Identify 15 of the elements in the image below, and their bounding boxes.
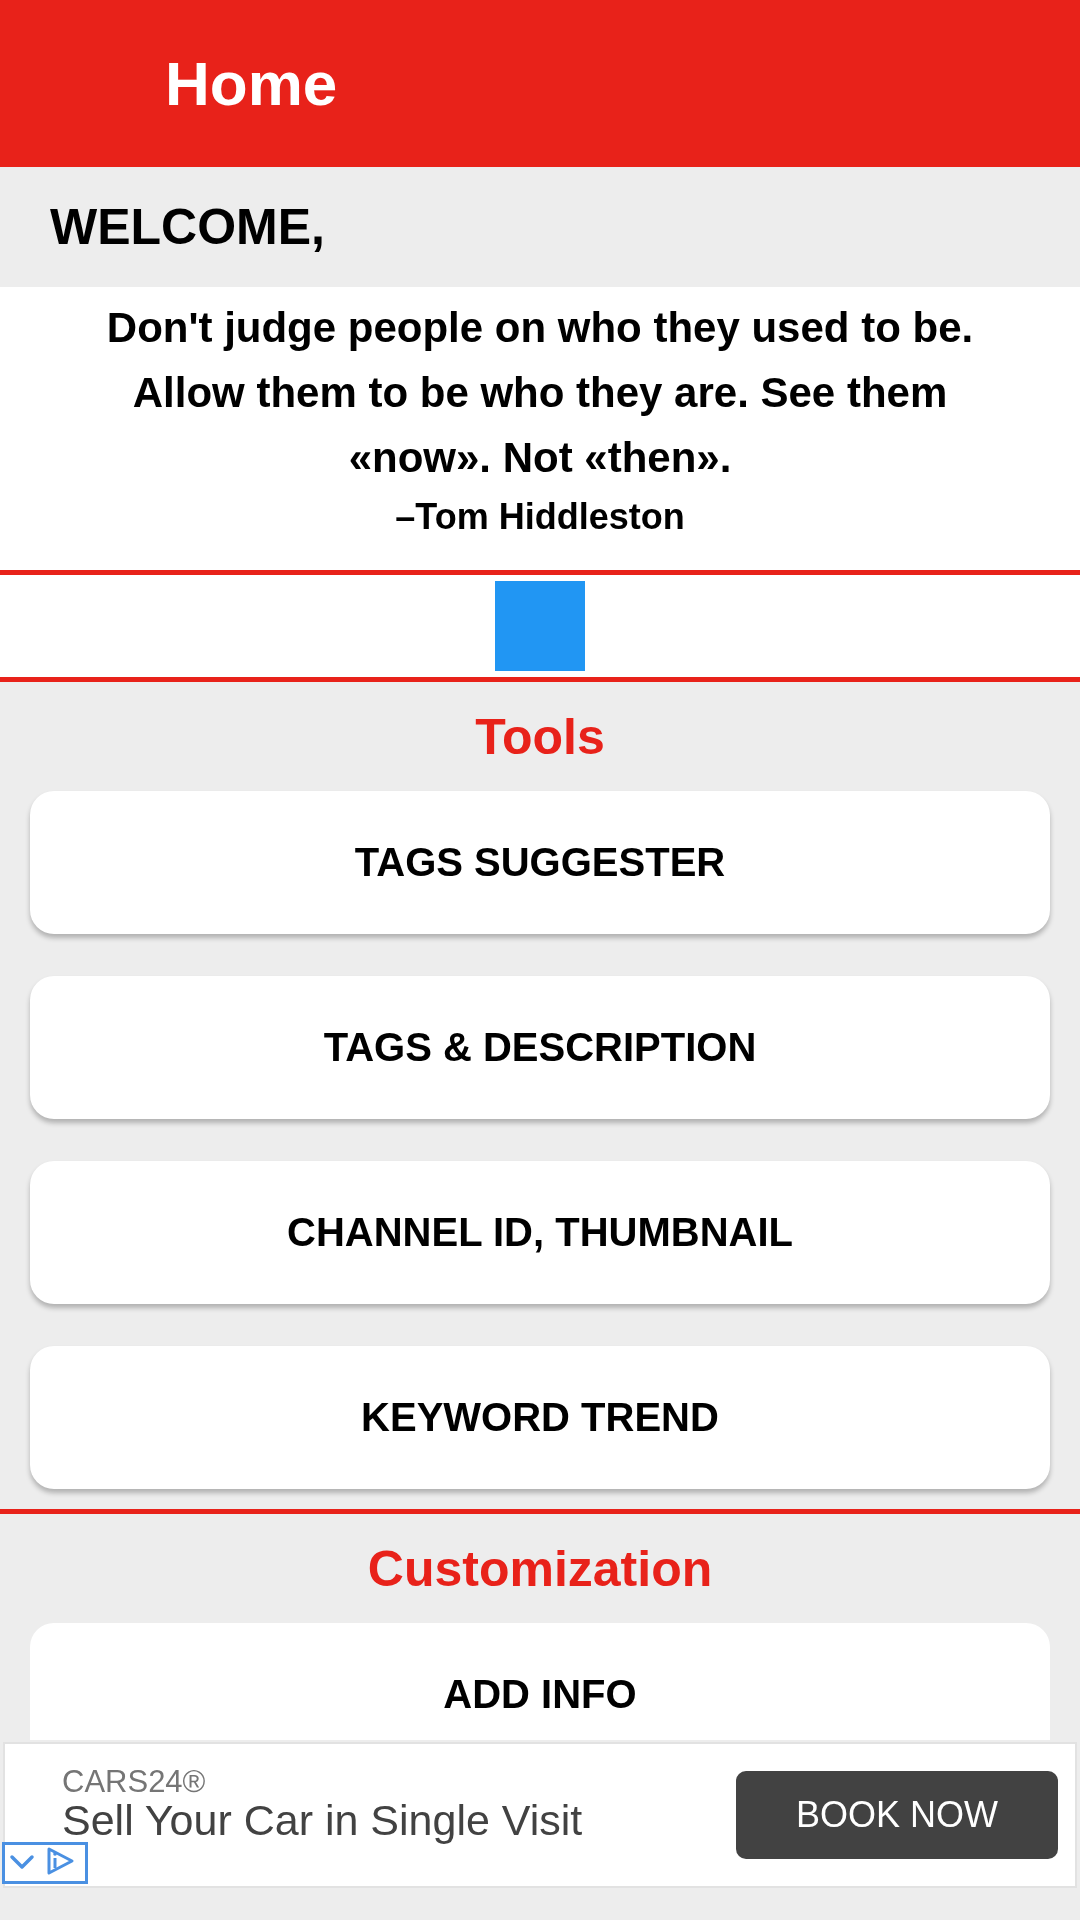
menu-button[interactable]: TAGS SUGGESTER [30,791,1050,934]
welcome-text: WELCOME, [50,202,325,252]
section-title: Customization [367,1543,713,1594]
ad-headline: Sell Your Car in Single Visit [62,1799,583,1842]
section-title: Tools [475,711,605,762]
book-button[interactable]: BOOK NOW [736,1771,1058,1859]
menu-button[interactable]: ADD INFO [30,1623,1050,1740]
menu-button[interactable]: KEYWORD TREND [30,1346,1050,1489]
menu-button[interactable]: TAGS & DESCRIPTION [30,976,1050,1119]
quote-author: –Tom Hiddleston [395,496,685,538]
quote-text: Don't judge people on who they used to be. Allow them to be who they are. See them «now». Not «then». [105,303,975,483]
ad-brand: CARS24® [62,1766,207,1797]
menu-button[interactable]: CHANNEL ID, THUMBNAIL [30,1161,1050,1304]
app-title: Home [165,52,338,115]
ad-info-icon[interactable] [2,1842,88,1884]
